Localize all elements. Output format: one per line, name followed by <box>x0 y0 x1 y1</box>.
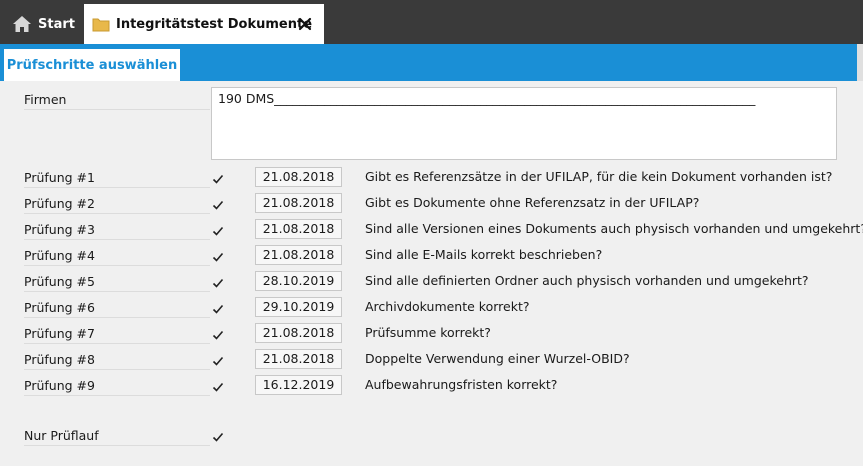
check-checkbox-7[interactable] <box>212 329 224 341</box>
tab-select-test-steps[interactable]: Prüfschritte auswählen <box>4 49 180 81</box>
check-question-4: Sind alle E-Mails korrekt beschrieben? <box>365 247 603 262</box>
check-checkbox-3[interactable] <box>212 225 224 237</box>
check-question-7: Prüfsumme korrekt? <box>365 325 491 340</box>
check-label-5: Prüfung #5 <box>24 273 210 292</box>
pruflauf-checkbox[interactable] <box>212 431 224 443</box>
check-checkbox-9[interactable] <box>212 381 224 393</box>
firmen-field[interactable]: 190 DMS_________________________________… <box>211 87 837 160</box>
tab-start[interactable]: Start <box>0 4 80 44</box>
firmen-value: 190 DMS_________________________________… <box>218 91 756 106</box>
folder-icon <box>92 18 110 31</box>
check-checkbox-1[interactable] <box>212 173 224 185</box>
check-checkbox-6[interactable] <box>212 303 224 315</box>
firmen-label: Firmen <box>24 91 210 110</box>
home-icon <box>13 16 31 32</box>
check-checkbox-2[interactable] <box>212 199 224 211</box>
check-date-6[interactable]: 29.10.2019 <box>255 297 342 317</box>
tab-bar: Start Integritätstest Dokumente <box>0 0 863 44</box>
check-question-9: Aufbewahrungsfristen korrekt? <box>365 377 558 392</box>
check-label-4: Prüfung #4 <box>24 247 210 266</box>
check-date-5[interactable]: 28.10.2019 <box>255 271 342 291</box>
pruflauf-label: Nur Prüflauf <box>24 427 210 446</box>
check-label-8: Prüfung #8 <box>24 351 210 370</box>
check-label-6: Prüfung #6 <box>24 299 210 318</box>
check-question-2: Gibt es Dokumente ohne Referenzsatz in d… <box>365 195 700 210</box>
tab-start-label: Start <box>38 16 75 32</box>
check-question-6: Archivdokumente korrekt? <box>365 299 530 314</box>
check-label-3: Prüfung #3 <box>24 221 210 240</box>
check-date-7[interactable]: 21.08.2018 <box>255 323 342 343</box>
check-date-4[interactable]: 21.08.2018 <box>255 245 342 265</box>
check-date-1[interactable]: 21.08.2018 <box>255 167 342 187</box>
tab-integrity-test[interactable]: Integritätstest Dokumente <box>84 4 324 44</box>
check-checkbox-5[interactable] <box>212 277 224 289</box>
check-date-8[interactable]: 21.08.2018 <box>255 349 342 369</box>
check-label-7: Prüfung #7 <box>24 325 210 344</box>
check-question-8: Doppelte Verwendung einer Wurzel-OBID? <box>365 351 630 366</box>
check-checkbox-4[interactable] <box>212 251 224 263</box>
close-icon[interactable] <box>296 15 314 33</box>
check-question-5: Sind alle definierten Ordner auch physis… <box>365 273 809 288</box>
check-question-3: Sind alle Versionen eines Dokuments auch… <box>365 221 863 236</box>
check-checkbox-8[interactable] <box>212 355 224 367</box>
check-date-3[interactable]: 21.08.2018 <box>255 219 342 239</box>
check-label-1: Prüfung #1 <box>24 169 210 188</box>
sub-tab-bar: Prüfschritte auswählen <box>0 44 863 81</box>
check-label-9: Prüfung #9 <box>24 377 210 396</box>
tab-integrity-test-label: Integritätstest Dokumente <box>116 16 313 32</box>
form-content: Firmen 190 DMS__________________________… <box>0 81 863 466</box>
check-date-2[interactable]: 21.08.2018 <box>255 193 342 213</box>
check-question-1: Gibt es Referenzsätze in der UFILAP, für… <box>365 169 833 184</box>
check-date-9[interactable]: 16.12.2019 <box>255 375 342 395</box>
check-label-2: Prüfung #2 <box>24 195 210 214</box>
tab-select-test-steps-label: Prüfschritte auswählen <box>6 57 178 73</box>
